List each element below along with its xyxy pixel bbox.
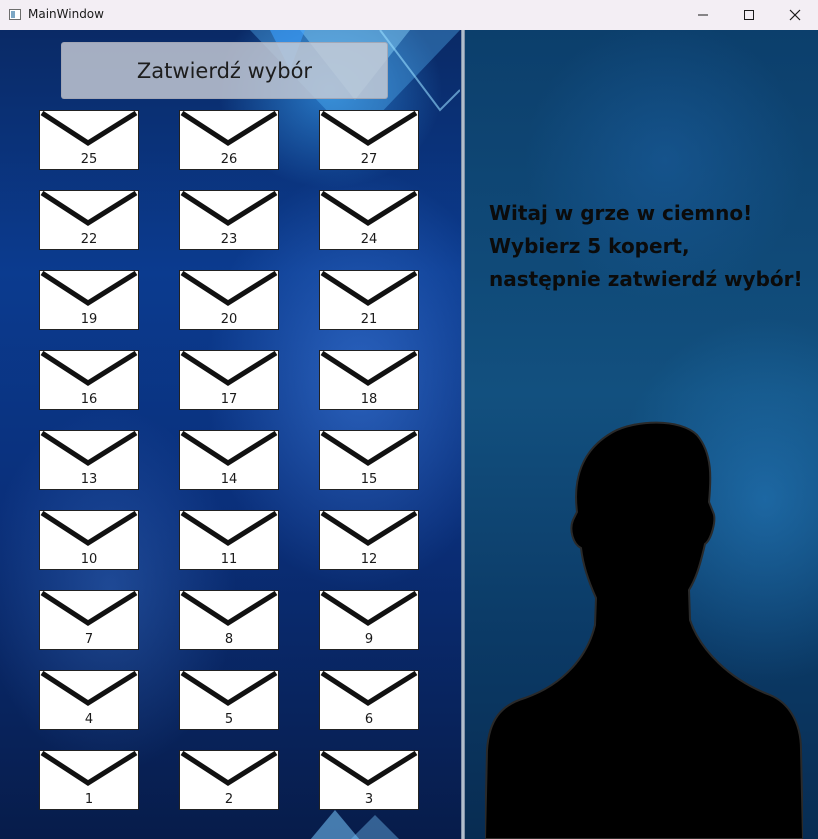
envelope-number: 9: [364, 632, 374, 647]
envelope-11[interactable]: 11: [179, 510, 279, 570]
welcome-message: Witaj w grze w ciemno! Wybierz 5 kopert,…: [489, 197, 809, 296]
envelope-number: 22: [80, 232, 98, 247]
envelope-number: 11: [220, 552, 238, 567]
envelope-flap-icon: [180, 431, 278, 466]
envelope-7[interactable]: 7: [39, 590, 139, 650]
envelope-number: 26: [220, 152, 238, 167]
envelope-flap-icon: [180, 271, 278, 306]
envelope-number: 5: [224, 712, 234, 727]
envelope-number: 19: [80, 312, 98, 327]
envelope-number: 13: [80, 472, 98, 487]
envelope-number: 7: [84, 632, 94, 647]
envelope-6[interactable]: 6: [319, 670, 419, 730]
maximize-icon: [744, 10, 754, 20]
envelope-flap-icon: [320, 111, 418, 146]
welcome-line: następnie zatwierdź wybór!: [489, 267, 803, 291]
envelope-4[interactable]: 4: [39, 670, 139, 730]
confirm-selection-button[interactable]: Zatwierdź wybór: [61, 42, 388, 99]
envelope-22[interactable]: 22: [39, 190, 139, 250]
envelope-flap-icon: [320, 751, 418, 786]
envelope-flap-icon: [40, 671, 138, 706]
envelope-flap-icon: [40, 111, 138, 146]
envelope-number: 14: [220, 472, 238, 487]
envelope-flap-icon: [180, 671, 278, 706]
envelope-number: 6: [364, 712, 374, 727]
envelope-number: 23: [220, 232, 238, 247]
envelope-number: 17: [220, 392, 238, 407]
envelope-flap-icon: [320, 511, 418, 546]
title-bar: MainWindow: [0, 0, 818, 30]
envelope-18[interactable]: 18: [319, 350, 419, 410]
envelope-20[interactable]: 20: [179, 270, 279, 330]
envelope-flap-icon: [40, 271, 138, 306]
envelope-flap-icon: [40, 511, 138, 546]
background-bottom-decoration: [310, 810, 399, 839]
app-window-icon: [9, 9, 21, 20]
welcome-line: Witaj w grze w ciemno!: [489, 201, 753, 225]
envelope-16[interactable]: 16: [39, 350, 139, 410]
envelope-number: 2: [224, 792, 234, 807]
envelope-number: 25: [80, 152, 98, 167]
envelope-number: 18: [360, 392, 378, 407]
envelope-number: 27: [360, 152, 378, 167]
envelope-8[interactable]: 8: [179, 590, 279, 650]
envelope-number: 20: [220, 312, 238, 327]
envelope-number: 16: [80, 392, 98, 407]
envelope-10[interactable]: 10: [39, 510, 139, 570]
envelope-14[interactable]: 14: [179, 430, 279, 490]
envelope-1[interactable]: 1: [39, 750, 139, 810]
envelope-flap-icon: [40, 351, 138, 386]
envelope-26[interactable]: 26: [179, 110, 279, 170]
envelope-24[interactable]: 24: [319, 190, 419, 250]
envelope-flap-icon: [180, 191, 278, 226]
close-button[interactable]: [772, 0, 818, 30]
envelope-25[interactable]: 25: [39, 110, 139, 170]
envelope-flap-icon: [180, 591, 278, 626]
envelope-flap-icon: [320, 671, 418, 706]
envelope-number: 12: [360, 552, 378, 567]
envelope-17[interactable]: 17: [179, 350, 279, 410]
envelope-flap-icon: [320, 431, 418, 466]
envelope-flap-icon: [40, 431, 138, 466]
envelope-13[interactable]: 13: [39, 430, 139, 490]
envelope-number: 8: [224, 632, 234, 647]
envelope-2[interactable]: 2: [179, 750, 279, 810]
minimize-button[interactable]: [680, 0, 726, 30]
envelope-flap-icon: [180, 351, 278, 386]
window-title: MainWindow: [28, 7, 104, 21]
close-icon: [789, 9, 801, 21]
envelope-flap-icon: [320, 351, 418, 386]
envelope-flap-icon: [40, 191, 138, 226]
welcome-line: Wybierz 5 kopert,: [489, 234, 690, 258]
envelope-12[interactable]: 12: [319, 510, 419, 570]
envelope-flap-icon: [320, 271, 418, 306]
envelope-number: 10: [80, 552, 98, 567]
envelope-number: 21: [360, 312, 378, 327]
envelope-number: 24: [360, 232, 378, 247]
envelope-flap-icon: [180, 751, 278, 786]
envelope-flap-icon: [180, 511, 278, 546]
envelope-23[interactable]: 23: [179, 190, 279, 250]
envelope-flap-icon: [40, 751, 138, 786]
envelope-number: 15: [360, 472, 378, 487]
envelope-flap-icon: [40, 591, 138, 626]
envelope-27[interactable]: 27: [319, 110, 419, 170]
envelope-9[interactable]: 9: [319, 590, 419, 650]
envelope-number: 1: [84, 792, 94, 807]
envelope-21[interactable]: 21: [319, 270, 419, 330]
host-silhouette: [485, 421, 803, 839]
envelope-flap-icon: [180, 111, 278, 146]
maximize-button[interactable]: [726, 0, 772, 30]
minimize-icon: [698, 14, 708, 16]
envelope-5[interactable]: 5: [179, 670, 279, 730]
envelope-flap-icon: [320, 191, 418, 226]
envelope-3[interactable]: 3: [319, 750, 419, 810]
envelope-15[interactable]: 15: [319, 430, 419, 490]
envelope-number: 4: [84, 712, 94, 727]
envelope-number: 3: [364, 792, 374, 807]
envelope-flap-icon: [320, 591, 418, 626]
envelope-19[interactable]: 19: [39, 270, 139, 330]
